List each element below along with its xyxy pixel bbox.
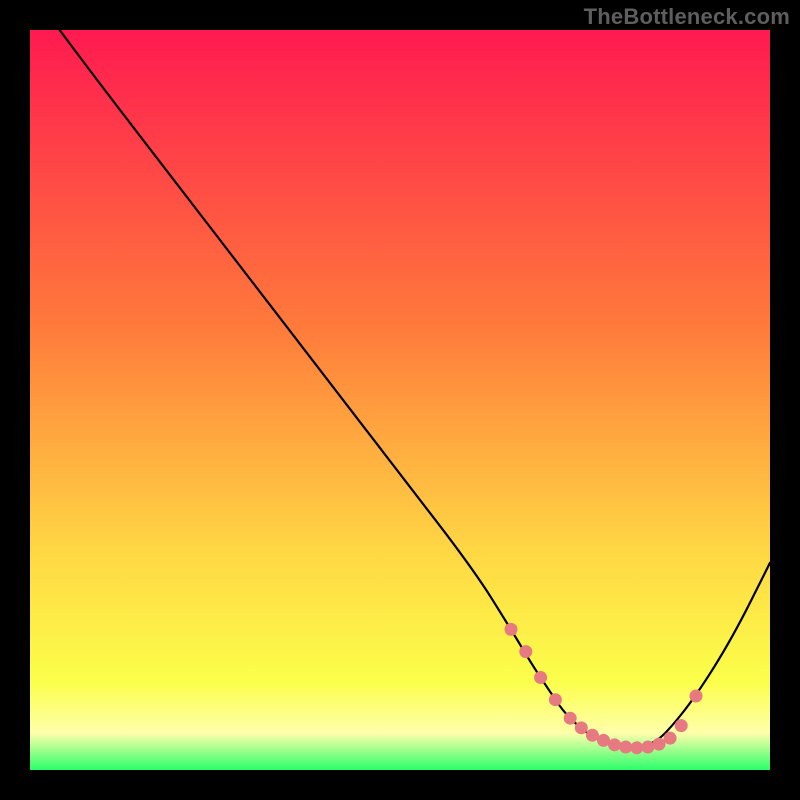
highlight-marker [586, 729, 599, 742]
watermark-text: TheBottleneck.com [584, 4, 790, 30]
highlight-marker [619, 741, 632, 754]
highlight-marker [641, 741, 654, 754]
highlight-marker [608, 738, 621, 751]
highlight-marker [630, 741, 643, 754]
chart-svg [30, 30, 770, 770]
highlight-marker [675, 719, 688, 732]
highlight-marker [597, 734, 610, 747]
highlight-marker [575, 721, 588, 734]
gradient-background [30, 30, 770, 770]
highlight-marker [664, 732, 677, 745]
plot-area [30, 30, 770, 770]
highlight-marker [564, 712, 577, 725]
highlight-marker [690, 690, 703, 703]
highlight-marker [549, 693, 562, 706]
highlight-marker [519, 645, 532, 658]
highlight-marker [505, 623, 518, 636]
highlight-marker [653, 738, 666, 751]
chart-frame: TheBottleneck.com [0, 0, 800, 800]
highlight-marker [534, 671, 547, 684]
